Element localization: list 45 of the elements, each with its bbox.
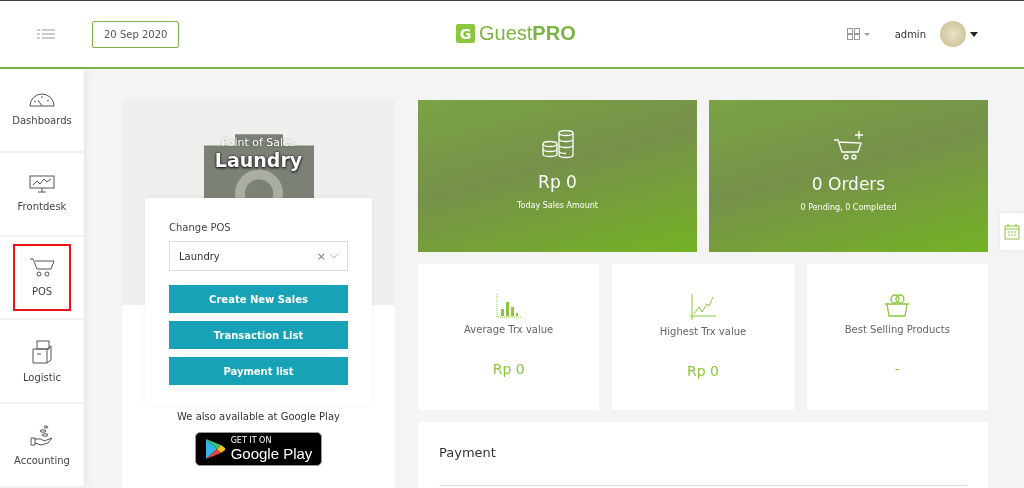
payment-title: Payment (439, 445, 496, 460)
monitor-icon (29, 175, 55, 194)
coins-hand-icon (30, 424, 54, 447)
summary-caption: 0 Pending, 0 Completed (800, 203, 897, 212)
sidebar-item[interactable]: Frontdesk (9, 161, 75, 227)
caret-icon[interactable] (970, 31, 978, 37)
stat-value: - (894, 361, 900, 377)
stat-label: Best Selling Products (844, 324, 950, 335)
sidebar-item[interactable]: Accounting (6, 410, 78, 480)
stat-label: Highest Trx value (659, 326, 747, 337)
basket-icon (884, 294, 911, 318)
summary-caption: Today Sales Amount (517, 201, 598, 210)
date-button[interactable]: 20 Sep 2020 (92, 20, 180, 48)
coins-icon (540, 130, 575, 160)
calendar-icon (1004, 223, 1020, 240)
logo-text: GuestPRO (479, 22, 576, 45)
badge-caption: GET IT ON (230, 436, 273, 445)
store-note: We also available at Google Play (177, 411, 340, 422)
bar-chart-icon (495, 294, 522, 318)
cart-icon (29, 258, 55, 278)
boxes-icon (31, 339, 53, 364)
summary-value: 0 Orders (811, 174, 886, 194)
line-chart-icon (690, 294, 716, 320)
user-name[interactable]: admin (894, 28, 926, 40)
pos-title: Laundry (214, 149, 303, 171)
sidebar-item[interactable]: POS (13, 244, 71, 311)
cart-plus-icon (832, 130, 865, 162)
sidebar-item[interactable]: Dashboards (4, 79, 80, 141)
gauge-icon (29, 93, 55, 108)
google-play-badge[interactable]: GET IT ON Google Play (194, 432, 323, 466)
stat-value: Rp 0 (492, 361, 525, 377)
badge-title: Google Play (230, 445, 313, 462)
camera-icon (203, 134, 314, 198)
summary-value: Rp 0 (538, 172, 577, 192)
stat-label: Average Trx value (464, 324, 554, 335)
chevron-down-icon[interactable] (330, 253, 338, 259)
sidebar-item[interactable]: Logistic (14, 325, 69, 397)
logo-mark: G (456, 24, 475, 43)
field-label: Change POS (169, 222, 232, 233)
apps-grid-icon[interactable] (846, 28, 871, 40)
menu-icon[interactable] (37, 29, 55, 39)
stat-value: Rp 0 (687, 363, 719, 379)
pos-select[interactable]: Laundry × (169, 241, 348, 271)
calendar-tab[interactable] (1000, 213, 1024, 250)
play-icon (204, 438, 225, 460)
